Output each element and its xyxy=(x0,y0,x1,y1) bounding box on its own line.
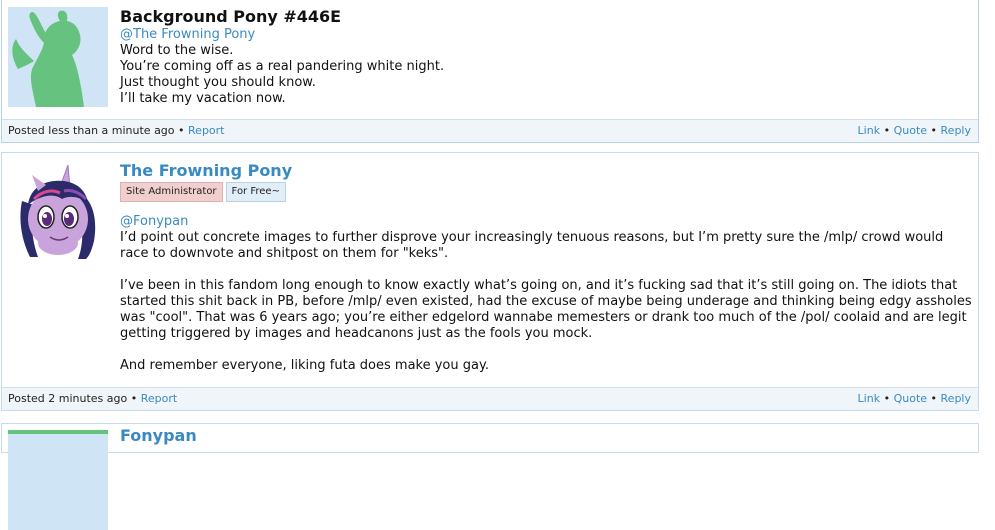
quote-link[interactable]: Quote xyxy=(894,392,927,405)
reply-link[interactable]: Reply xyxy=(941,392,971,405)
reply-link[interactable]: Reply xyxy=(941,124,971,137)
comment-card: Background Pony #446E @The Frowning Pony… xyxy=(1,0,979,143)
report-link[interactable]: Report xyxy=(188,124,224,137)
author-name[interactable]: Fonypan xyxy=(120,426,972,446)
comment-body: Fonypan xyxy=(120,426,972,446)
author-name[interactable]: The Frowning Pony xyxy=(120,161,972,181)
comment-text: Word to the wise. You’re coming off as a… xyxy=(120,43,445,106)
bullet-separator: • xyxy=(178,124,185,137)
report-link[interactable]: Report xyxy=(141,392,177,405)
avatar[interactable] xyxy=(8,7,108,107)
mention-link[interactable]: @The Frowning Pony xyxy=(120,27,972,43)
site-administrator-badge[interactable]: Site Administrator xyxy=(120,182,223,202)
twilight-sparkle-avatar-icon xyxy=(8,161,108,261)
avatar[interactable] xyxy=(8,161,108,261)
posted-time: Posted 2 minutes ago xyxy=(8,392,128,405)
link-link[interactable]: Link xyxy=(858,392,881,405)
bullet-separator: • xyxy=(930,392,938,405)
posted-time: Posted less than a minute ago xyxy=(8,124,175,137)
bullet-separator: • xyxy=(883,124,891,137)
author-name: Background Pony #446E xyxy=(120,7,342,26)
pony-silhouette-icon xyxy=(8,7,108,107)
comment-footer: Posted less than a minute ago • Report L… xyxy=(2,119,978,142)
bullet-separator: • xyxy=(930,124,938,137)
comment-body: The Frowning Pony Site Administrator For … xyxy=(120,161,972,374)
bullet-separator: • xyxy=(130,392,138,405)
comment-card: Fonypan xyxy=(1,423,979,530)
avatar[interactable] xyxy=(8,430,108,530)
comment-card: The Frowning Pony Site Administrator For … xyxy=(1,152,979,411)
badge-row: Site Administrator For Free~ xyxy=(120,182,972,204)
mention-link[interactable]: @Fonypan xyxy=(120,214,972,230)
comment-body: Background Pony #446E @The Frowning Pony… xyxy=(120,7,972,107)
for-free-badge[interactable]: For Free~ xyxy=(225,182,286,202)
comment-text: I’d point out concrete images to further… xyxy=(120,230,972,373)
comment-footer: Posted 2 minutes ago • Report Link • Quo… xyxy=(2,387,978,410)
quote-link[interactable]: Quote xyxy=(894,124,927,137)
pony-silhouette-icon xyxy=(8,430,108,530)
bullet-separator: • xyxy=(883,392,891,405)
link-link[interactable]: Link xyxy=(858,124,881,137)
